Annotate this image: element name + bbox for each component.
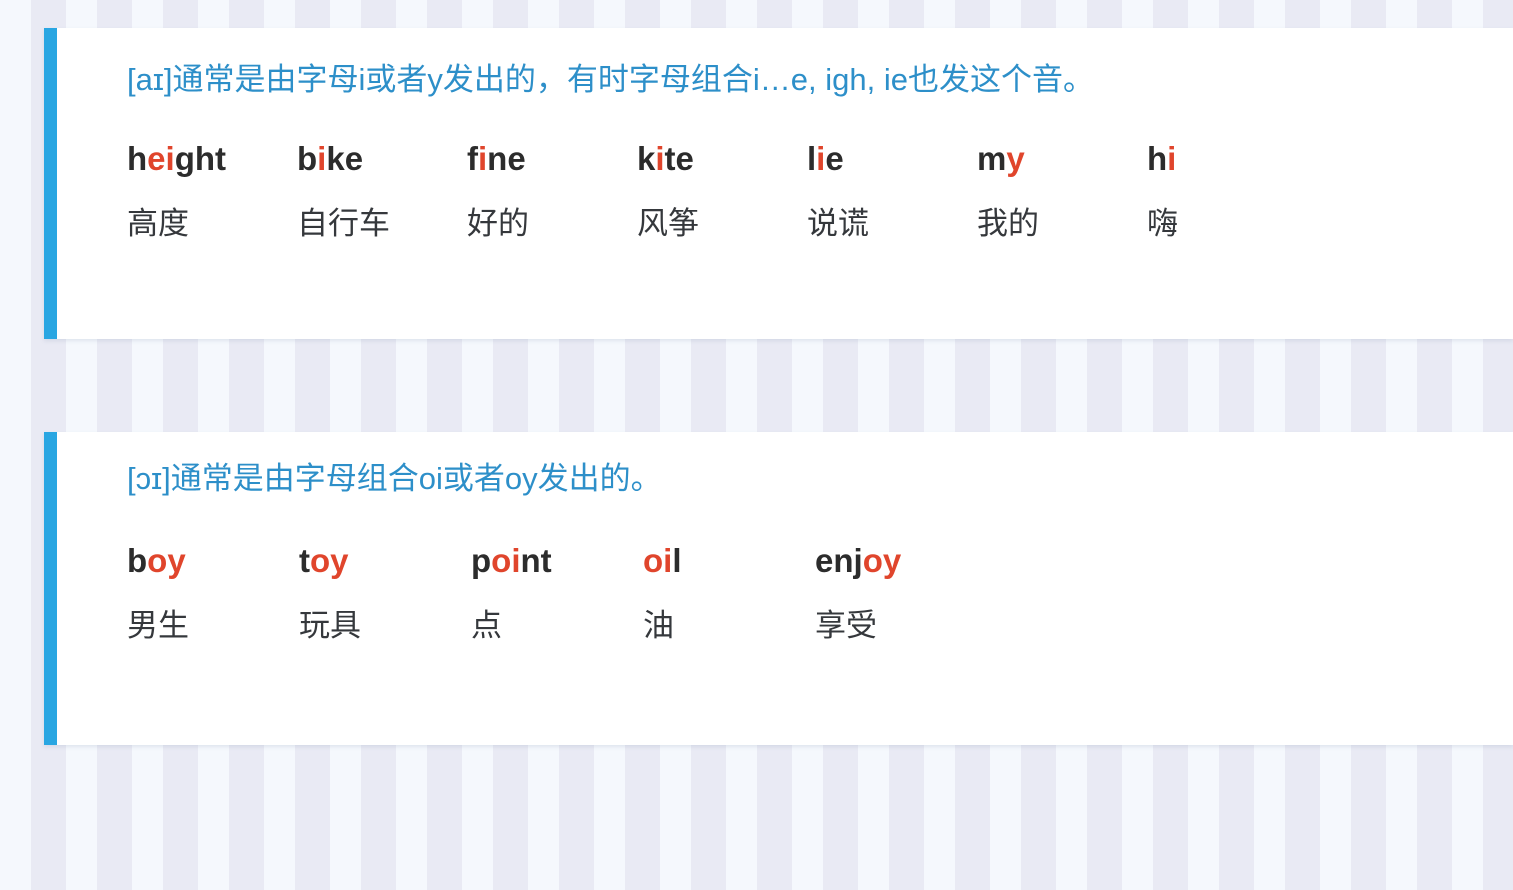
vocab-word[interactable]: point bbox=[471, 542, 643, 580]
vocab-word[interactable]: height bbox=[127, 140, 297, 178]
word-prefix: l bbox=[807, 140, 817, 177]
card-body: [aɪ]通常是由字母i或者y发出的，有时字母组合i…e, igh, ie也发这个… bbox=[57, 28, 1513, 339]
word-grid: boy toy point oil enjoy 男生 玩具点油享受 bbox=[127, 542, 987, 644]
vocab-word[interactable]: my bbox=[977, 140, 1147, 178]
vocab-word[interactable]: toy bbox=[299, 542, 471, 580]
word-prefix: k bbox=[637, 140, 656, 177]
vocab-gloss: 高度 bbox=[127, 205, 189, 241]
word-highlighted-letters: oy bbox=[310, 542, 349, 579]
word-highlighted-letters: y bbox=[1006, 140, 1025, 177]
word-prefix: b bbox=[297, 140, 318, 177]
word-prefix: m bbox=[977, 140, 1007, 177]
card-body: [ɔɪ]通常是由字母组合oi或者oy发出的。 boy toy point oil enj… bbox=[57, 432, 1513, 745]
word-suffix: e bbox=[825, 140, 844, 177]
vocab-word[interactable]: lie bbox=[807, 140, 977, 178]
word-suffix: te bbox=[664, 140, 694, 177]
vocab-gloss: 嗨 bbox=[1147, 205, 1178, 241]
word-prefix: p bbox=[471, 542, 492, 579]
word-prefix: b bbox=[127, 542, 148, 579]
vocab-word[interactable]: kite bbox=[637, 140, 807, 178]
vocab-word[interactable]: oil bbox=[643, 542, 815, 580]
vocab-word[interactable]: fine bbox=[467, 140, 637, 178]
phoneme-card-oi: [ɔɪ]通常是由字母组合oi或者oy发出的。 boy toy point oil enj… bbox=[44, 432, 1513, 745]
word-suffix: ght bbox=[174, 140, 227, 177]
word-prefix: h bbox=[1147, 140, 1168, 177]
card-heading: [ɔɪ]通常是由字母组合oi或者oy发出的。 bbox=[127, 461, 662, 496]
lesson-page: [aɪ]通常是由字母i或者y发出的，有时字母组合i…e, igh, ie也发这个… bbox=[0, 0, 1513, 890]
vocab-gloss: 说谎 bbox=[807, 205, 869, 241]
word-highlighted-letters: ei bbox=[147, 140, 175, 177]
word-highlighted-letters: oy bbox=[147, 542, 186, 579]
vocab-gloss: 油 bbox=[643, 607, 674, 643]
vocab-gloss: 风筝 bbox=[637, 205, 699, 241]
vocab-gloss: 点 bbox=[471, 607, 502, 643]
word-prefix: enj bbox=[815, 542, 863, 579]
vocab-gloss: 自行车 bbox=[297, 205, 390, 241]
vocab-word[interactable]: hi bbox=[1147, 140, 1317, 178]
vocab-gloss: 享受 bbox=[815, 607, 877, 643]
word-highlighted-letters: i bbox=[655, 140, 665, 177]
word-highlighted-letters: oi bbox=[643, 542, 673, 579]
vocab-gloss: 玩具 bbox=[299, 607, 361, 643]
vocab-gloss: 男生 bbox=[127, 607, 189, 643]
word-highlighted-letters: i bbox=[1167, 140, 1177, 177]
word-suffix: ke bbox=[326, 140, 364, 177]
card-accent-bar bbox=[44, 28, 57, 339]
word-grid: height bike fine kite lie my hi 高度 自行车 好的 风筝 说谎 我的嗨 bbox=[127, 140, 1317, 242]
word-suffix: ne bbox=[487, 140, 526, 177]
word-highlighted-letters: i bbox=[478, 140, 488, 177]
word-prefix: h bbox=[127, 140, 148, 177]
phoneme-card-ai: [aɪ]通常是由字母i或者y发出的，有时字母组合i…e, igh, ie也发这个… bbox=[44, 28, 1513, 339]
card-accent-bar bbox=[44, 432, 57, 745]
word-prefix: t bbox=[299, 542, 310, 579]
word-suffix: l bbox=[672, 542, 682, 579]
vocab-gloss: 我的 bbox=[977, 205, 1039, 241]
vocab-word[interactable]: enjoy bbox=[815, 542, 987, 580]
word-highlighted-letters: i bbox=[317, 140, 327, 177]
word-highlighted-letters: oy bbox=[862, 542, 902, 579]
card-heading: [aɪ]通常是由字母i或者y发出的，有时字母组合i…e, igh, ie也发这个… bbox=[127, 62, 1094, 97]
vocab-word[interactable]: boy bbox=[127, 542, 299, 580]
word-highlighted-letters: i bbox=[816, 140, 826, 177]
word-highlighted-letters: oi bbox=[491, 542, 521, 579]
word-prefix: f bbox=[467, 140, 478, 177]
vocab-gloss: 好的 bbox=[467, 205, 529, 241]
vocab-word[interactable]: bike bbox=[297, 140, 467, 178]
word-suffix: nt bbox=[520, 542, 552, 579]
